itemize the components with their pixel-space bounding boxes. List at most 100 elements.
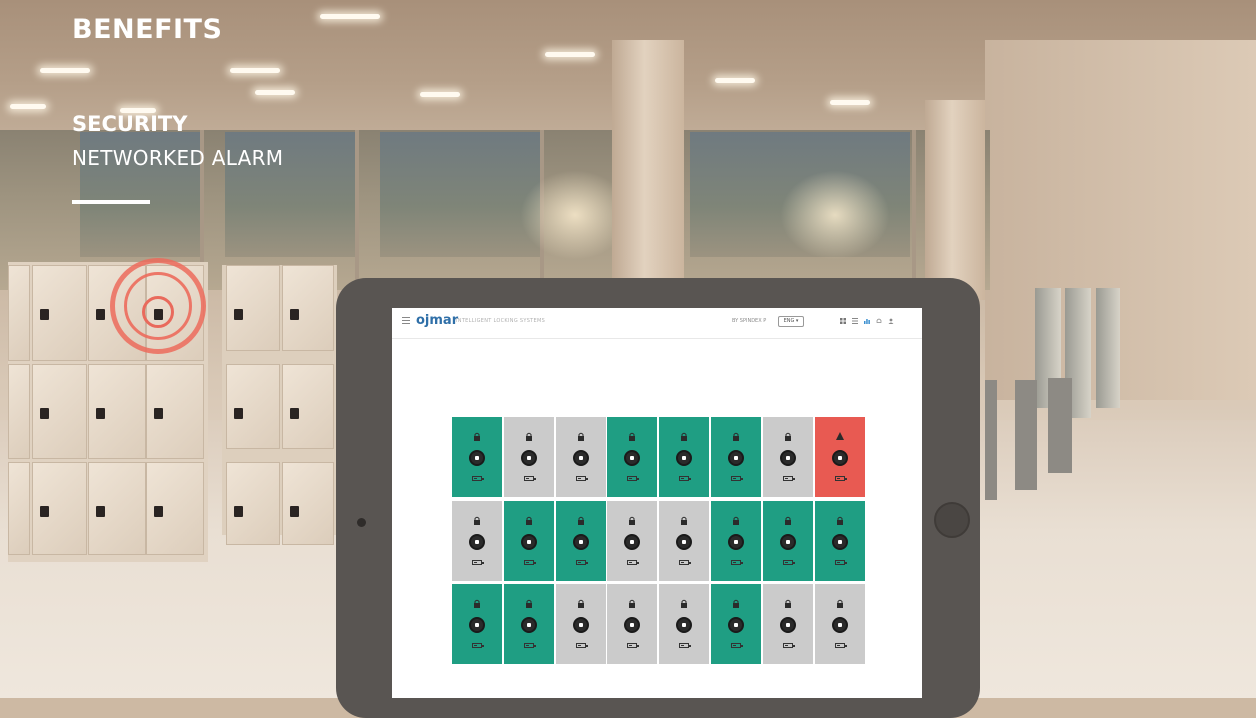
locker-door [282, 265, 334, 351]
locker-cell-available[interactable] [452, 584, 502, 664]
battery-icon [627, 643, 640, 648]
lock-status-icon [779, 533, 796, 550]
battery-icon [731, 559, 743, 565]
battery-icon [834, 559, 847, 565]
lock-status-icon [624, 617, 641, 633]
lock-status-icon [572, 533, 589, 550]
battery-icon [472, 559, 484, 565]
locker-door [226, 462, 280, 545]
locker-lock-icon [234, 506, 243, 517]
locker-cell-occupied[interactable] [659, 584, 710, 664]
locker-cell-occupied[interactable] [762, 417, 813, 497]
lock-status-icon [831, 533, 848, 550]
locker-door [8, 265, 30, 361]
lock-status-icon [728, 617, 744, 633]
padlock-icon [784, 432, 791, 441]
locker-cell-occupied[interactable] [503, 417, 554, 497]
locker-cell-available[interactable] [711, 584, 761, 664]
app-tagline: INTELLIGENT LOCKING SYSTEMS [456, 318, 546, 324]
lock-status-icon [469, 617, 485, 633]
locker-cell-occupied[interactable] [659, 500, 710, 581]
lock-status-icon [520, 617, 537, 633]
locker-cell-available[interactable] [607, 417, 658, 497]
padlock-icon [681, 432, 688, 441]
locker-cell-available[interactable] [711, 500, 761, 581]
tablet-camera [357, 518, 366, 527]
list-icon[interactable] [852, 318, 858, 324]
padlock-icon [629, 599, 636, 608]
app-header: ojmar INTELLIGENT LOCKING SYSTEMS BY SPI… [392, 308, 922, 339]
subtopic-title: NETWORKED ALARM [72, 146, 284, 170]
app-logo[interactable]: ojmar [416, 313, 458, 328]
hamburger-icon[interactable] [402, 317, 410, 324]
lock-status-icon [624, 450, 641, 466]
lock-status-icon [831, 450, 848, 466]
chart-icon[interactable] [864, 318, 870, 324]
lock-status-icon [831, 617, 848, 633]
locker-status-grid [452, 417, 866, 667]
locker-door [226, 265, 280, 351]
battery-icon [679, 643, 692, 648]
locker-cell-occupied[interactable] [555, 584, 606, 664]
title-underline [72, 200, 150, 204]
lock-status-icon [469, 533, 485, 550]
locker-cell-alarm[interactable] [814, 417, 865, 497]
padlock-icon [733, 599, 739, 608]
locker-cell-available[interactable] [452, 417, 502, 497]
locker-cell-occupied[interactable] [607, 500, 658, 581]
locker-lock-icon [290, 309, 299, 320]
locker-cell-occupied[interactable] [762, 584, 813, 664]
locker-cell-occupied[interactable] [814, 584, 865, 664]
locker-cell-available[interactable] [503, 584, 554, 664]
language-select[interactable]: ENG ▾ [778, 316, 804, 327]
lock-status-icon [624, 533, 641, 550]
grid-icon[interactable] [840, 318, 846, 324]
locker-lock-icon [96, 309, 105, 320]
locker-lock-icon [40, 506, 49, 517]
battery-icon [523, 559, 536, 565]
battery-icon [834, 476, 847, 481]
locker-cell-available[interactable] [711, 417, 761, 497]
battery-icon [782, 643, 795, 648]
locker-cell-available[interactable] [762, 500, 813, 581]
locker-lock-icon [234, 309, 243, 320]
lock-status-icon [728, 450, 744, 466]
locker-cell-available[interactable] [503, 500, 554, 581]
battery-icon [627, 476, 640, 481]
locker-cell-available[interactable] [814, 500, 865, 581]
lock-status-icon [572, 617, 589, 633]
tablet-home-button[interactable] [934, 502, 970, 538]
user-icon[interactable] [888, 318, 894, 324]
padlock-icon [836, 599, 843, 608]
alert-icon [835, 432, 844, 440]
battery-icon [731, 643, 743, 648]
locker-door [282, 462, 334, 545]
lock-status-icon [779, 617, 796, 633]
lock-status-icon [676, 533, 693, 550]
battery-icon [679, 476, 692, 481]
alarm-locker-marker [142, 296, 174, 328]
battery-icon [575, 643, 588, 648]
lock-status-icon [520, 533, 537, 550]
bell-icon[interactable] [876, 318, 882, 324]
locker-cell-occupied[interactable] [607, 584, 658, 664]
locker-cell-available[interactable] [659, 417, 710, 497]
locker-door [226, 364, 280, 449]
padlock-icon [525, 516, 532, 525]
locker-cell-occupied[interactable] [555, 417, 606, 497]
padlock-icon [733, 432, 739, 441]
locker-cell-available[interactable] [555, 500, 606, 581]
locker-lock-icon [290, 408, 299, 419]
user-name[interactable]: BY SPINDEX P [732, 318, 766, 324]
lock-status-icon [676, 450, 693, 466]
lock-status-icon [676, 617, 693, 633]
locker-cell-occupied[interactable] [452, 500, 502, 581]
locker-lock-icon [234, 408, 243, 419]
locker-lock-icon [154, 408, 163, 419]
lock-status-icon [520, 450, 537, 466]
padlock-icon [629, 432, 636, 441]
pillar [612, 40, 684, 290]
padlock-icon [681, 516, 688, 525]
section-title: BENEFITS [72, 14, 223, 45]
locker-door [282, 364, 334, 449]
